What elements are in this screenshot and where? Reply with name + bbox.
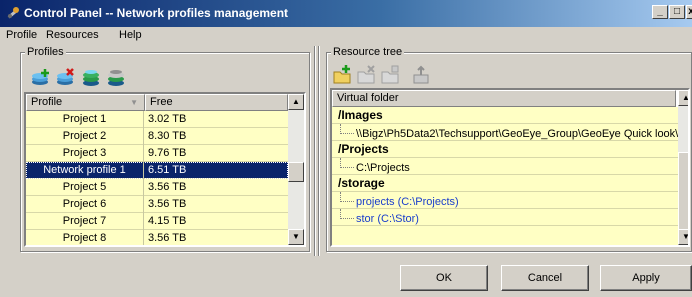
column-header-free[interactable]: Free [145, 94, 288, 111]
menu-bar: Profile Resources Help [0, 27, 692, 44]
table-row[interactable]: Project 3 9.76 TB [26, 145, 288, 162]
empty-row [332, 226, 678, 245]
profile-free: 4.15 TB [148, 215, 187, 227]
profile-free: 8.30 TB [148, 130, 187, 142]
folder-row-storage[interactable]: /storage [332, 175, 678, 192]
resource-path: C:\Projects [356, 162, 410, 174]
profile-name: Project 5 [26, 179, 144, 196]
minimize-button[interactable]: _ [652, 5, 668, 19]
column-header-virtual-folder[interactable]: Virtual folder [332, 90, 676, 107]
scroll-thumb[interactable] [678, 152, 688, 230]
profile-name: Project 6 [26, 196, 144, 213]
folder-row-images[interactable]: /Images [332, 107, 678, 124]
profile-name: Project 8 [26, 230, 144, 245]
column-header-profile[interactable]: Profile ▼ [26, 94, 145, 111]
profile-free: 9.76 TB [148, 147, 187, 159]
resource-path: stor (C:\Stor) [356, 213, 419, 225]
folder-row-projects[interactable]: /Projects [332, 141, 678, 158]
profile-name: Project 3 [26, 145, 144, 162]
splitter-line [318, 46, 320, 256]
profile-name: Project 1 [26, 111, 144, 128]
profile-name: Network profile 1 [26, 162, 144, 179]
scroll-down-icon[interactable]: ▼ [678, 229, 688, 245]
close-button[interactable]: x [686, 5, 692, 19]
table-row[interactable]: Project 5 3.56 TB [26, 179, 288, 196]
profile-free: 3.56 TB [148, 181, 187, 193]
add-folder-icon[interactable] [332, 64, 354, 86]
table-row[interactable]: Project 7 4.15 TB [26, 213, 288, 230]
scroll-up-icon[interactable]: ▲ [678, 90, 688, 106]
apply-button[interactable]: Apply [600, 265, 692, 291]
menu-profile[interactable]: Profile [6, 29, 37, 41]
resource-entry[interactable]: \\Bigz\Ph5Data2\Techsupport\GeoEye_Group… [332, 124, 678, 141]
profile-free: 3.56 TB [148, 198, 187, 210]
profiles-legend: Profiles [25, 46, 66, 58]
resource-tree-table[interactable]: Virtual folder /Images \\Bigz\Ph5Data2\T… [330, 88, 690, 247]
resource-link[interactable]: projects (C:\Projects) [332, 192, 678, 209]
resource-entry[interactable]: C:\Projects [332, 158, 678, 175]
resource-path: projects (C:\Projects) [356, 196, 459, 208]
tree-line [340, 158, 354, 168]
profile-name: Project 7 [26, 213, 144, 230]
profile-free: 6.51 TB [148, 164, 187, 176]
tree-line [340, 124, 354, 134]
table-row[interactable]: Project 6 3.56 TB [26, 196, 288, 213]
sort-arrow-icon: ▼ [130, 98, 138, 107]
profiles-table[interactable]: Profile ▼ Free Project 1 3.02 TB Project … [24, 92, 306, 247]
column-header-profile-label: Profile [31, 96, 63, 108]
add-profile-icon[interactable] [30, 66, 52, 88]
table-row[interactable]: Project 8 3.56 TB [26, 230, 288, 245]
copy-profile-icon[interactable] [105, 66, 127, 88]
delete-profile-icon[interactable] [55, 66, 77, 88]
window-title: Control Panel -- Network profiles manage… [24, 6, 289, 20]
resource-scrollbar[interactable]: ▲ ▼ [678, 90, 688, 245]
profile-free: 3.02 TB [148, 113, 187, 125]
table-row[interactable]: Project 1 3.02 TB [26, 111, 288, 128]
title-bar: Control Panel -- Network profiles manage… [0, 0, 692, 27]
scroll-thumb[interactable] [288, 162, 304, 182]
resource-path: \\Bigz\Ph5Data2\Techsupport\GeoEye_Group… [356, 128, 678, 140]
share-icon[interactable] [410, 64, 432, 86]
edit-profile-icon[interactable] [80, 66, 102, 88]
tree-line [340, 209, 354, 219]
table-row-selected[interactable]: Network profile 1 6.51 TB [26, 162, 288, 179]
ok-button[interactable]: OK [400, 265, 488, 291]
maximize-button[interactable]: □ [669, 5, 685, 19]
table-row[interactable]: Project 2 8.30 TB [26, 128, 288, 145]
resource-tree-legend: Resource tree [331, 46, 405, 58]
profile-name: Project 2 [26, 128, 144, 145]
profile-free: 3.56 TB [148, 232, 187, 244]
edit-folder-icon[interactable] [380, 64, 402, 86]
splitter[interactable] [314, 46, 316, 256]
delete-folder-icon[interactable] [356, 64, 378, 86]
control-panel-icon [6, 6, 20, 20]
cancel-button[interactable]: Cancel [501, 265, 589, 291]
tree-line [340, 192, 354, 202]
menu-resources[interactable]: Resources [46, 29, 99, 41]
menu-help[interactable]: Help [119, 29, 142, 41]
scroll-up-icon[interactable]: ▲ [288, 94, 304, 110]
scroll-down-icon[interactable]: ▼ [288, 229, 304, 245]
resource-link[interactable]: stor (C:\Stor) [332, 209, 678, 226]
profiles-scrollbar[interactable]: ▲ ▼ [288, 94, 304, 245]
